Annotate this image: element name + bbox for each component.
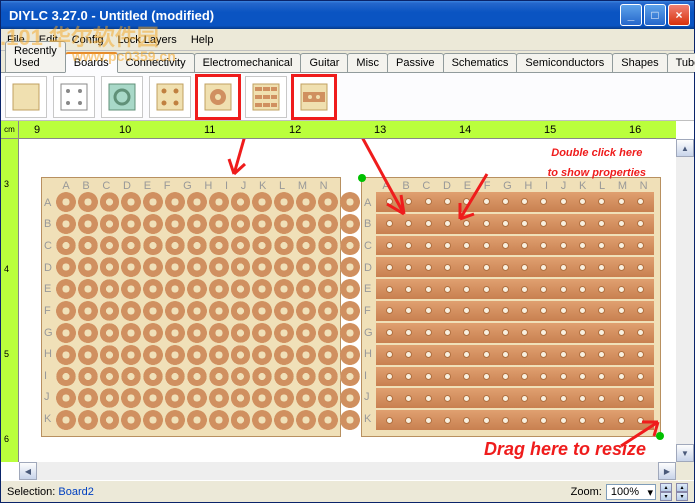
board-toolbar — [1, 73, 694, 121]
tab-schematics[interactable]: Schematics — [443, 53, 518, 72]
tab-guitar[interactable]: Guitar — [300, 53, 348, 72]
vertical-scrollbar[interactable]: ▲ ▼ — [676, 139, 694, 462]
board1-col-labels: ABCDEFGHIJKLMN — [56, 180, 334, 192]
close-button[interactable]: × — [668, 4, 690, 26]
design-canvas[interactable]: Double click here to show properties Dra… — [19, 139, 676, 462]
tool-perf-board-pads[interactable] — [197, 76, 239, 118]
menu-lock-layers[interactable]: Lock Layers — [118, 34, 177, 46]
board1-row-labels: ABCDEFGHIJK — [44, 192, 53, 430]
selection-value: Board2 — [58, 486, 93, 498]
scroll-left-button[interactable]: ◀ — [19, 462, 37, 480]
scroll-corner — [676, 462, 694, 480]
horizontal-scrollbar[interactable]: ◀ ▶ — [19, 462, 676, 480]
tab-misc[interactable]: Misc — [347, 53, 388, 72]
scroll-down-button[interactable]: ▼ — [676, 444, 694, 462]
board1-holes — [42, 178, 340, 436]
tool-blank-board[interactable] — [5, 76, 47, 118]
tool-breadboard[interactable] — [53, 76, 95, 118]
scroll-right-button[interactable]: ▶ — [658, 462, 676, 480]
zoom-down-button[interactable]: ▾ — [660, 492, 672, 501]
tool-vero-board[interactable] — [293, 76, 335, 118]
red-arrow-1-icon — [219, 139, 279, 189]
canvas-area: cm 9 10 11 12 13 14 15 16 3 4 5 6 Double… — [1, 121, 694, 480]
tab-passive[interactable]: Passive — [387, 53, 444, 72]
titlebar: DIYLC 3.27.0 - Untitled (modified) _ □ × — [1, 1, 694, 29]
red-arrow-2-icon — [329, 139, 419, 229]
window-title: DIYLC 3.27.0 - Untitled (modified) — [9, 8, 618, 23]
menu-config[interactable]: Config — [72, 34, 104, 46]
annotation-drag-resize: Drag here to resize — [484, 440, 646, 460]
scroll-up-button[interactable]: ▲ — [676, 139, 694, 157]
tab-tubes[interactable]: Tubes — [667, 53, 695, 72]
tab-electromechanical[interactable]: Electromechanical — [194, 53, 302, 72]
tab-semiconductors[interactable]: Semiconductors — [516, 53, 613, 72]
ruler-corner[interactable]: cm — [1, 121, 19, 139]
tool-eyelet-board[interactable] — [101, 76, 143, 118]
tab-recently-used[interactable]: Recently Used — [5, 41, 66, 72]
tool-perf-board[interactable] — [149, 76, 191, 118]
red-arrow-3-icon — [452, 169, 502, 229]
maximize-button[interactable]: □ — [644, 4, 666, 26]
url-watermark: www.pc0359.cn — [72, 48, 176, 64]
statusbar: Selection: Board2 Zoom: 100%▾ ▴ ▾ ▴ ▾ — [1, 480, 694, 502]
zoom-label: Zoom: — [571, 486, 602, 498]
menu-help[interactable]: Help — [191, 34, 214, 46]
annotation-double-click: Double click here to show properties — [548, 141, 646, 181]
minimize-button[interactable]: _ — [620, 4, 642, 26]
selection-label: Selection: — [7, 486, 55, 498]
board1-perfboard[interactable]: ABCDEFGHIJKLMN ABCDEFGHIJK — [41, 177, 341, 437]
nav-down-button[interactable]: ▾ — [676, 492, 688, 501]
zoom-up-button[interactable]: ▴ — [660, 483, 672, 492]
tool-tri-pad[interactable] — [245, 76, 287, 118]
ruler-vertical[interactable]: 3 4 5 6 — [1, 139, 19, 462]
zoom-select[interactable]: 100%▾ — [606, 484, 656, 500]
nav-up-button[interactable]: ▴ — [676, 483, 688, 492]
ruler-horizontal[interactable]: 9 10 11 12 13 14 15 16 — [19, 121, 676, 139]
tab-shapes[interactable]: Shapes — [612, 53, 667, 72]
